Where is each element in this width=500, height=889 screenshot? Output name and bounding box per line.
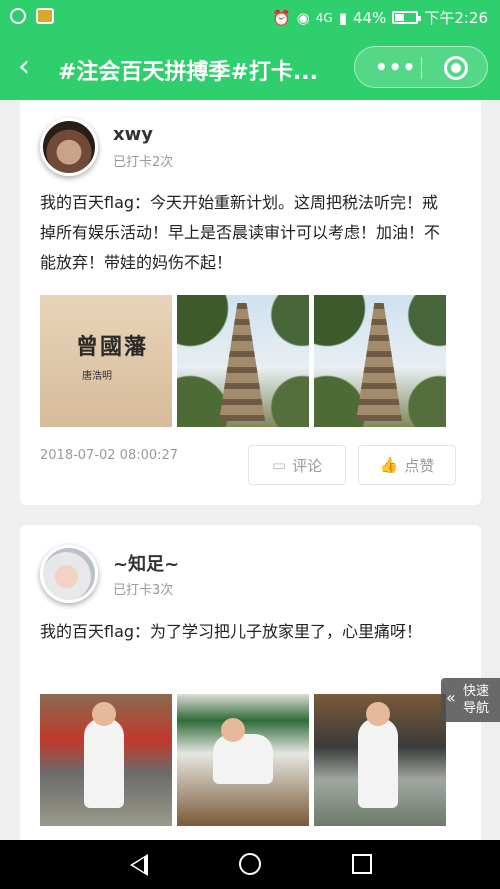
signal-label: 4G <box>315 10 333 25</box>
checkin-count: 已打卡2次 <box>113 155 174 170</box>
more-icon[interactable]: ••• <box>375 55 416 79</box>
title-bar: ‹ #注会百天拼搏季#打卡... ••• <box>0 34 500 100</box>
signal-icon: ▮ <box>338 8 347 27</box>
post-text: 我的百天flag：为了学习把儿子放家里了，心里痛呀！ <box>40 622 423 641</box>
system-nav-bar <box>0 840 500 889</box>
like-label: 点赞 <box>404 456 435 475</box>
post-photo[interactable] <box>314 694 446 826</box>
post-text: 我的百天flag：今天开始重新计划。这周把税法听完！戒掉所有娱乐活动！早上是否晨… <box>40 193 441 272</box>
post-photo[interactable] <box>177 295 309 427</box>
avatar[interactable] <box>40 118 98 176</box>
post-card: ~知足~ 已打卡3次 我的百天flag：为了学习把儿子放家里了，心里痛呀！ <box>20 525 481 845</box>
checkin-count: 已打卡3次 <box>113 583 174 598</box>
comment-icon: ▭ <box>271 456 287 474</box>
page-title: #注会百天拼搏季#打卡... <box>58 60 318 85</box>
capsule-divider <box>421 57 422 79</box>
username[interactable]: xwy <box>113 124 153 145</box>
post-photo[interactable] <box>177 694 309 826</box>
alarm-icon: ⏰ <box>271 8 291 27</box>
app-notification-icon <box>36 8 54 24</box>
book-title: 曾國藩 <box>76 334 149 360</box>
post-photo[interactable] <box>40 694 172 826</box>
quick-nav-label: 快速导航 <box>463 684 490 716</box>
book-author: 唐浩明 <box>82 371 112 382</box>
status-bar: ⏰ ◉ 4G ▮ 44% 下午2:26 <box>0 0 500 34</box>
health-icon <box>10 8 26 24</box>
comment-label: 评论 <box>292 456 323 475</box>
username[interactable]: ~知足~ <box>113 550 179 576</box>
thumbs-up-icon: 👍 <box>379 456 399 474</box>
miniprogram-capsule: ••• <box>354 46 488 88</box>
close-miniprogram-icon[interactable] <box>444 56 468 80</box>
like-button[interactable]: 👍 点赞 <box>358 445 456 485</box>
back-icon[interactable]: ‹ <box>18 52 30 82</box>
post-photo[interactable]: 曾國藩 唐浩明 <box>40 295 172 427</box>
system-home-icon[interactable] <box>239 853 261 875</box>
system-back-icon[interactable] <box>130 854 148 876</box>
battery-icon <box>392 11 422 24</box>
post-card: xwy 已打卡2次 我的百天flag：今天开始重新计划。这周把税法听完！戒掉所有… <box>20 100 481 505</box>
comment-button[interactable]: ▭ 评论 <box>248 445 346 485</box>
post-date: 2018-07-02 08:00:27 <box>40 448 179 463</box>
eye-icon: ◉ <box>296 8 310 27</box>
quick-nav-button[interactable]: « 快速导航 <box>441 678 500 722</box>
post-photo[interactable] <box>314 295 446 427</box>
battery-percent: 44% <box>352 8 387 27</box>
double-chevron-left-icon: « <box>446 688 456 707</box>
avatar[interactable] <box>40 545 98 603</box>
system-recents-icon[interactable] <box>352 854 372 874</box>
clock: 下午2:26 <box>424 9 488 27</box>
